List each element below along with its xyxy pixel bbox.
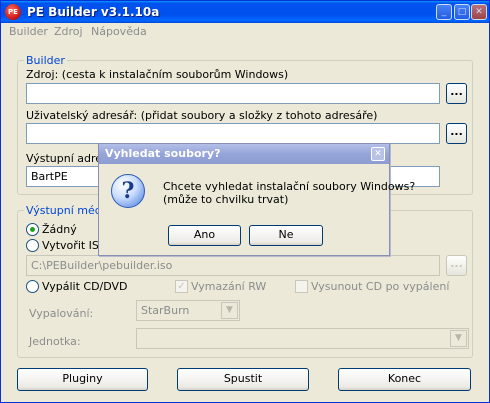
search-files-dialog: Vyhledat soubory? ✕ ? Chcete vyhledat in… — [98, 143, 415, 256]
exit-button[interactable]: Konec — [338, 368, 471, 391]
minimize-button[interactable]: _ — [436, 4, 452, 20]
custom-dir-label: Uživatelský adresář: (přidat soubory a s… — [26, 109, 378, 122]
radio-iso[interactable] — [26, 239, 39, 252]
start-button[interactable]: Spustit — [177, 368, 309, 391]
burn-engine-value: StarBurn — [141, 304, 190, 317]
custom-dir-input[interactable] — [26, 123, 440, 144]
dialog-no-button[interactable]: Ne — [249, 225, 323, 246]
source-input[interactable] — [26, 83, 440, 104]
burn-engine-label: Vypalování: — [29, 307, 94, 320]
title-bar[interactable]: PE PE Builder v3.1.10a _ □ ✕ — [1, 1, 489, 23]
burn-engine-select[interactable]: StarBurn ▼ — [136, 300, 240, 321]
close-button[interactable]: ✕ — [471, 4, 487, 20]
app-icon: PE — [5, 4, 21, 20]
source-browse-button[interactable]: ... — [446, 83, 467, 104]
builder-group-title: Builder — [24, 54, 67, 67]
dialog-message: Chcete vyhledat instalační soubory Windo… — [163, 180, 415, 206]
radio-none-label[interactable]: Žádný — [42, 223, 77, 236]
drive-label: Jednotka: — [29, 335, 81, 348]
menu-zdroj[interactable]: Zdroj — [54, 25, 83, 38]
question-icon: ? — [111, 174, 145, 208]
maximize-button[interactable]: □ — [454, 4, 470, 20]
radio-none[interactable] — [26, 223, 39, 236]
menu-napoveda[interactable]: Nápověda — [91, 25, 147, 38]
menu-bar: Builder Zdroj Nápověda — [1, 23, 489, 40]
dialog-close-button[interactable]: ✕ — [371, 147, 385, 161]
iso-path-input[interactable]: C:\PEBuilder\pebuilder.iso — [26, 255, 440, 276]
dialog-message-line1: Chcete vyhledat instalační soubory Windo… — [163, 180, 416, 193]
plugins-button[interactable]: Pluginy — [17, 368, 148, 391]
radio-burn-label[interactable]: Vypálit CD/DVD — [42, 280, 128, 293]
iso-browse-button[interactable]: ... — [446, 255, 467, 276]
dialog-title: Vyhledat soubory? — [105, 147, 221, 160]
dialog-yes-button[interactable]: Ano — [168, 225, 241, 246]
chevron-down-icon: ▼ — [450, 330, 467, 347]
erase-rw-label[interactable]: Vymazání RW — [191, 280, 266, 293]
erase-rw-checkbox[interactable]: ✓ — [175, 280, 188, 293]
dialog-message-line2: (může to chvilku trvat) — [163, 193, 289, 206]
radio-burn[interactable] — [26, 280, 39, 293]
eject-cd-label[interactable]: Vysunout CD po vypálení — [311, 280, 449, 293]
custom-dir-browse-button[interactable]: ... — [446, 123, 467, 144]
drive-select[interactable]: ▼ — [136, 328, 469, 349]
source-label: Zdroj: (cesta k instalačním souborům Win… — [26, 68, 289, 81]
chevron-down-icon: ▼ — [221, 302, 238, 319]
menu-builder[interactable]: Builder — [9, 25, 48, 38]
eject-cd-checkbox[interactable] — [295, 280, 308, 293]
window-title: PE Builder v3.1.10a — [27, 5, 160, 19]
dialog-title-bar[interactable]: Vyhledat soubory? ✕ — [99, 144, 389, 164]
